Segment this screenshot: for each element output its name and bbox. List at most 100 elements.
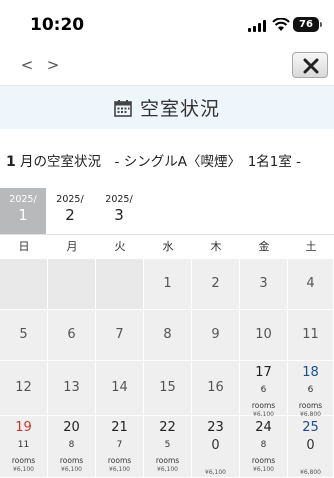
month-tab-year: 2025/ (56, 194, 84, 205)
header-band: 空室状況 (0, 86, 334, 129)
day-number: 25 (302, 420, 319, 435)
back-button[interactable]: < (17, 56, 37, 74)
rooms-label: rooms (59, 456, 84, 465)
calendar-day-cell: 12 (0, 361, 48, 416)
calendar-day-cell[interactable]: 21 7 rooms ¥6,100 (96, 416, 144, 478)
calendar-day-cell: 3 (240, 259, 288, 310)
day-number: 14 (111, 380, 128, 395)
calendar-day-cell: 14 (96, 361, 144, 416)
day-number: 17 (255, 365, 272, 380)
day-number: 10 (255, 327, 272, 342)
calendar-day-cell: 1 (144, 259, 192, 310)
day-number: 15 (159, 380, 176, 395)
calendar-day-cell: 5 (0, 310, 48, 361)
month-tab-2[interactable]: 2025/2 (47, 188, 93, 234)
available-rooms: 7 (116, 440, 123, 450)
month-tab-month: 3 (114, 206, 124, 224)
room-price: ¥6,100 (253, 466, 274, 473)
subtitle-month: 1 (6, 154, 16, 170)
day-number: 19 (15, 420, 32, 435)
day-number: 16 (207, 380, 224, 395)
day-number: 23 (207, 420, 224, 435)
weekday-label: 日 (18, 240, 30, 253)
calendar-day-cell[interactable]: 20 8 rooms ¥6,100 (48, 416, 96, 478)
weekday-label: 火 (114, 240, 126, 253)
day-number: 9 (211, 327, 220, 342)
calendar-day-cell: 7 (96, 310, 144, 361)
available-rooms: 8 (260, 440, 267, 450)
day-number: 1 (163, 276, 172, 291)
room-price: ¥6,100 (205, 469, 226, 476)
month-tab-3[interactable]: 2025/3 (96, 188, 142, 234)
calendar-day-cell: 11 (288, 310, 334, 361)
calendar-day-cell: 2 (192, 259, 240, 310)
day-number: 6 (67, 327, 76, 342)
day-number: 21 (111, 420, 128, 435)
day-number: 20 (63, 420, 80, 435)
available-rooms: 5 (164, 440, 171, 450)
day-number: 4 (306, 276, 315, 291)
calendar-day-cell[interactable]: 24 8 rooms ¥6,100 (240, 416, 288, 478)
day-number: 12 (15, 380, 32, 395)
calendar-day-cell[interactable]: 17 6 rooms ¥6,100 (240, 361, 288, 418)
weekday-label: 水 (162, 240, 174, 253)
calendar-icon (114, 99, 132, 117)
calendar-day-cell[interactable]: 19 11 rooms ¥6,100 (0, 416, 48, 478)
calendar-day-cell: 10 (240, 310, 288, 361)
month-tab-month: 2 (65, 206, 75, 224)
rooms-label: rooms (298, 401, 323, 410)
available-rooms: 0 (306, 438, 315, 453)
calendar-day-cell[interactable]: 22 5 rooms ¥6,100 (144, 416, 192, 478)
status-bar: 10:20 76 (0, 0, 334, 48)
available-rooms: 0 (211, 438, 220, 453)
weekday-header: 日月火水木金土 (0, 234, 334, 258)
cellular-signal-icon (248, 20, 268, 32)
calendar-subtitle: 1 月の空室状況 - シングルA〈喫煙〉 1名1室 - (6, 150, 334, 170)
subtitle-text: 月の空室状況 - シングルA〈喫煙〉 1名1室 - (15, 154, 302, 170)
day-number: 7 (115, 327, 124, 342)
rooms-label: rooms (11, 456, 36, 465)
calendar-empty-cell (96, 259, 144, 310)
battery-icon: 76 (293, 17, 322, 32)
calendar-day-cell: 13 (48, 361, 96, 416)
calendar-day-cell: 4 (288, 259, 334, 310)
day-number: 5 (19, 327, 28, 342)
available-rooms: 8 (68, 440, 75, 450)
day-number: 11 (302, 327, 319, 342)
calendar-day-cell[interactable]: 230​¥6,100 (192, 416, 240, 478)
rooms-label: rooms (155, 456, 180, 465)
calendar-day-cell[interactable]: 250​¥6,800 (288, 416, 334, 478)
room-price: ¥6,100 (157, 466, 178, 473)
day-number: 13 (63, 380, 80, 395)
month-tab-1[interactable]: 2025/1 (0, 188, 46, 234)
available-rooms: 6 (260, 385, 267, 395)
calendar-day-cell: 8 (144, 310, 192, 361)
calendar-empty-cell (0, 259, 48, 310)
close-icon (303, 58, 319, 74)
weekday-label: 土 (305, 240, 317, 253)
day-number: 24 (255, 420, 272, 435)
browser-nav-bar: < > (0, 48, 334, 86)
calendar-empty-cell (48, 259, 96, 310)
rooms-label: rooms (107, 456, 132, 465)
calendar-day-cell[interactable]: 18 6 rooms ¥6,800 (288, 361, 334, 418)
room-price: ¥6,800 (300, 469, 321, 476)
close-button[interactable] (292, 52, 328, 78)
day-number: 8 (163, 327, 172, 342)
calendar-day-cell: 6 (48, 310, 96, 361)
status-time: 10:20 (30, 15, 85, 35)
day-number: 2 (211, 276, 220, 291)
weekday-label: 木 (210, 240, 222, 253)
available-rooms: 6 (307, 385, 314, 395)
month-tab-year: 2025/ (105, 194, 133, 205)
rooms-label: rooms (251, 456, 276, 465)
available-rooms: 11 (17, 440, 30, 450)
calendar-day-cell: 16 (192, 361, 240, 416)
day-number: 3 (259, 276, 268, 291)
room-price: ¥6,100 (109, 466, 130, 473)
room-price: ¥6,100 (13, 466, 34, 473)
wifi-icon (272, 18, 290, 31)
weekday-label: 月 (66, 240, 78, 253)
day-number: 22 (159, 420, 176, 435)
forward-button[interactable]: > (43, 56, 63, 74)
